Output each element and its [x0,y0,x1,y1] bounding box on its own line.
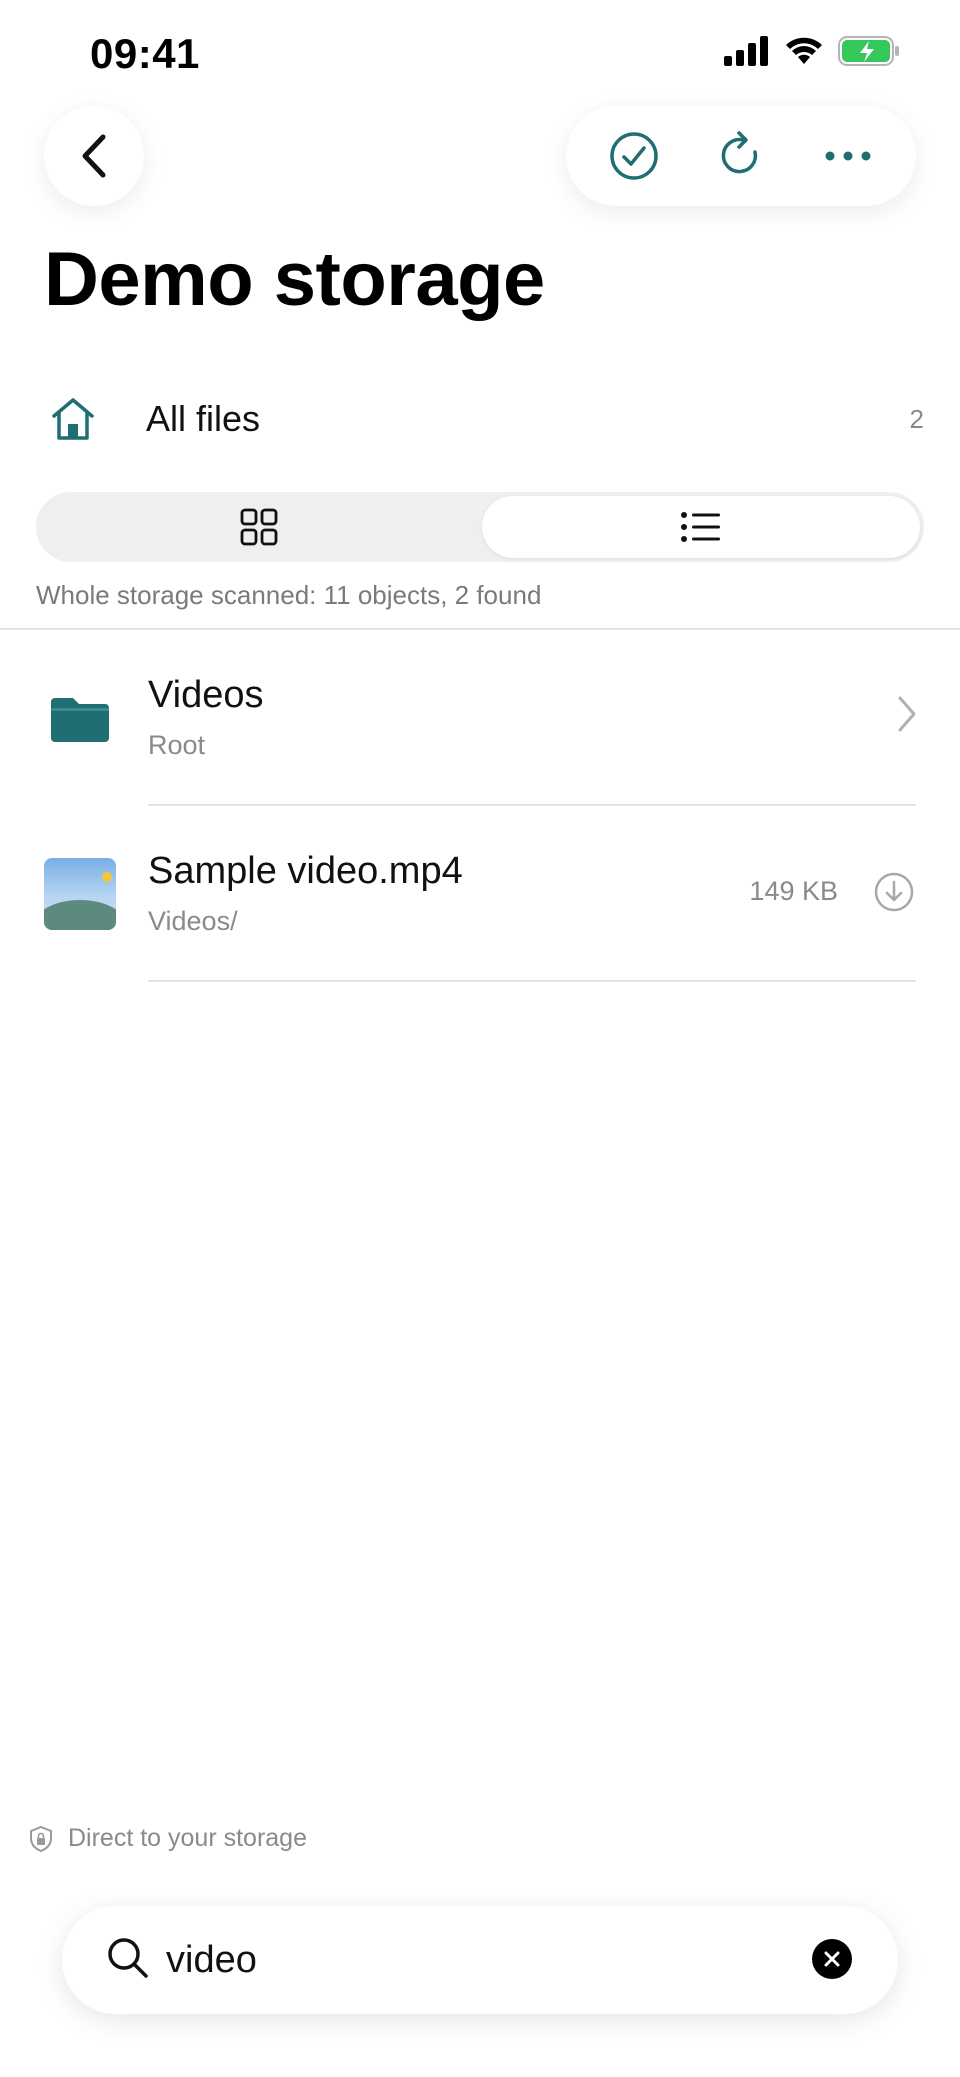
page-title: Demo storage [44,237,545,322]
row-divider [148,980,916,982]
grid-icon [240,508,278,546]
chevron-left-icon [82,134,106,178]
status-icons [724,36,900,66]
list-view-button[interactable] [482,496,920,558]
download-icon[interactable] [874,872,914,912]
close-icon [824,1951,840,1967]
home-icon [52,398,94,440]
item-name: Videos [148,674,264,716]
clear-search-button[interactable] [812,1939,852,1979]
refresh-button[interactable] [701,116,781,196]
grid-view-button[interactable] [40,496,478,558]
search-bar [62,1906,898,2014]
item-path: Videos/ [148,906,238,936]
select-button[interactable] [594,116,674,196]
scan-status: Whole storage scanned: 11 objects, 2 fou… [36,580,542,610]
location-label: All files [146,398,261,439]
status-time: 09:41 [90,30,200,77]
checkmark-circle-icon [609,132,658,180]
back-button[interactable] [44,106,144,206]
chevron-right-icon [898,696,916,732]
item-icon [44,682,116,754]
refresh-icon [721,131,758,174]
list-item[interactable]: Videos Root [0,630,960,806]
shield-lock-icon [30,1825,52,1852]
list-icon [681,512,720,542]
ellipsis-icon [825,151,871,161]
item-size: 149 KB [749,876,838,906]
status-bar: 09:41 [0,0,960,110]
location-count: 2 [909,404,924,434]
location-row[interactable]: All files 2 [0,380,960,460]
sun-shape [102,872,112,882]
search-icon [108,1938,148,1978]
battery-charging-icon [838,36,899,66]
folder-icon [51,698,109,742]
item-icon [44,858,116,930]
list-item[interactable]: Sample video.mp4 Videos/ 149 KB [0,806,960,982]
video-thumbnail [44,858,116,930]
wifi-icon [786,37,822,64]
item-path: Root [148,730,206,760]
search-input[interactable] [166,1928,766,1992]
more-button[interactable] [808,116,888,196]
view-toggle [36,492,924,562]
cellular-signal-icon [724,36,768,66]
item-name: Sample video.mp4 [148,850,463,892]
storage-note-text: Direct to your storage [68,1824,307,1852]
storage-note: Direct to your storage [28,1824,307,1853]
toolbar [566,106,916,206]
hill-shape [44,900,116,930]
